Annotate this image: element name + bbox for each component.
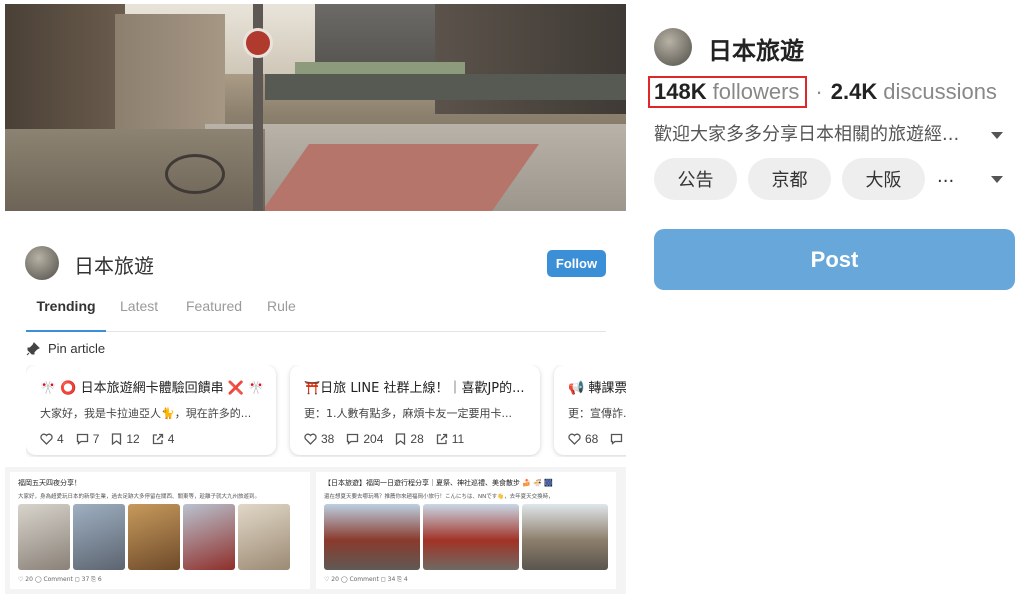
- comment-icon: [76, 433, 88, 445]
- comment-icon: [347, 433, 359, 445]
- comment-count: 204: [363, 432, 384, 446]
- expand-description-chevron-down-icon[interactable]: [991, 132, 1003, 139]
- pin-icon: [26, 341, 40, 356]
- tag-chip[interactable]: 京都: [748, 158, 831, 200]
- share-icon: [436, 433, 447, 445]
- pinned-excerpt: 大家好，我是卡拉迪亞人🐈，現在許多的...: [40, 407, 252, 420]
- pinned-title: ⛩️日旅 LINE 社群上線！｜喜歡JP的...: [304, 381, 525, 396]
- like-count: 4: [57, 432, 64, 446]
- tab-latest[interactable]: Latest: [120, 296, 158, 332]
- feed-post-title: 【日本旅遊】福岡一日遊行程分享｜夏祭、神社巡禮、美食散步 🍰 🍜 🎆: [324, 479, 553, 487]
- like-count: 68: [585, 432, 599, 446]
- followers-count: 148K: [654, 79, 707, 104]
- more-tags[interactable]: ...: [937, 166, 954, 187]
- heart-icon: [40, 433, 53, 445]
- comment-count: 7: [92, 432, 100, 446]
- forum-preview: 日本旅遊 Follow Trending Latest Featured Rul…: [0, 0, 630, 594]
- forum-banner-image: [5, 4, 626, 211]
- heart-icon: [304, 433, 317, 445]
- follow-button[interactable]: Follow: [547, 250, 606, 277]
- pinned-excerpt: 更：宣傳詐...: [568, 407, 626, 420]
- share-count: 11: [451, 432, 465, 446]
- bookmark-icon: [396, 433, 406, 445]
- pin-label: Pin article: [48, 341, 106, 356]
- pinned-title: 🎌 ⭕ 日本旅遊網卡體驗回饋串 ❌ 🎌: [40, 381, 264, 396]
- forum-avatar[interactable]: [25, 246, 59, 280]
- forum-description: 歡迎大家多多分享日本相關的旅遊經...: [654, 124, 960, 145]
- forum-name-large: 日本旅遊: [708, 37, 804, 65]
- pinned-card[interactable]: 📢 轉課票... 更：宣傳詐... 68: [554, 365, 626, 455]
- post-button[interactable]: Post: [654, 229, 1015, 290]
- forum-avatar-large[interactable]: [654, 28, 692, 66]
- post-photo: [521, 504, 608, 570]
- forum-stats: 148K followers · 2.4K discussions: [648, 76, 997, 108]
- pinned-title: 📢 轉課票...: [568, 381, 626, 396]
- feed-post-excerpt: 大家好，身為超愛玩日本的新學生業，過去足跡大多停留在關西、關東等，趁離子就大九州…: [18, 494, 261, 500]
- forum-title: 日本旅遊: [74, 254, 154, 278]
- tag-chip[interactable]: 公告: [654, 158, 737, 200]
- share-icon: [152, 433, 163, 445]
- followers-label: followers: [712, 79, 800, 104]
- tab-trending[interactable]: Trending: [26, 296, 106, 332]
- tab-featured[interactable]: Featured: [186, 296, 242, 332]
- tag-chip[interactable]: 大阪: [842, 158, 925, 200]
- tab-rule[interactable]: Rule: [267, 296, 296, 332]
- like-count: 38: [321, 432, 335, 446]
- feed-post[interactable]: 福岡五天四夜分享！ 大家好，身為超愛玩日本的新學生業，過去足跡大多停留在關西、關…: [10, 472, 310, 589]
- heart-icon: [568, 433, 581, 445]
- feed-post-title: 福岡五天四夜分享！: [18, 479, 81, 487]
- feed-preview: 福岡五天四夜分享！ 大家好，身為超愛玩日本的新學生業，過去足跡大多停留在關西、關…: [5, 467, 626, 594]
- pinned-excerpt: 更：1.人數有點多，麻煩卡友一定要用卡...: [304, 407, 512, 420]
- feed-post-images: [324, 504, 608, 570]
- post-photo: [18, 504, 70, 570]
- feed-post-excerpt: 還在想夏天要去哪玩嗎？推薦你來趟福岡小旅行！こんにちは、NNです👋，去年夏天交換…: [324, 494, 554, 500]
- feed-post[interactable]: 【日本旅遊】福岡一日遊行程分享｜夏祭、神社巡禮、美食散步 🍰 🍜 🎆 還在想夏天…: [316, 472, 616, 589]
- discussions-count: 2.4K: [830, 79, 878, 104]
- save-count: 12: [126, 432, 140, 446]
- feed-post-stats: ♡ 20 ◯ Comment ◻ 37 ⎘ 6: [18, 576, 102, 583]
- post-photo: [422, 504, 519, 570]
- feed-post-images: [18, 504, 302, 570]
- share-count: 4: [167, 432, 175, 446]
- feed-post-stats: ♡ 20 ◯ Comment ◻ 34 ⎘ 4: [324, 576, 408, 583]
- post-photo: [238, 504, 290, 570]
- pinned-card[interactable]: ⛩️日旅 LINE 社群上線！｜喜歡JP的... 更：1.人數有點多，麻煩卡友一…: [290, 365, 540, 455]
- post-photo: [183, 504, 235, 570]
- stats-separator: ·: [815, 79, 823, 104]
- bookmark-icon: [112, 433, 122, 445]
- pinned-card[interactable]: 🎌 ⭕ 日本旅遊網卡體驗回饋串 ❌ 🎌 大家好，我是卡拉迪亞人🐈，現在許多的..…: [26, 365, 276, 455]
- post-photo: [128, 504, 180, 570]
- followers-highlight[interactable]: 148K followers: [648, 76, 808, 108]
- forum-tabs: Trending Latest Featured Rule: [26, 296, 606, 332]
- post-photo: [73, 504, 125, 570]
- pinned-cards: 🎌 ⭕ 日本旅遊網卡體驗回饋串 ❌ 🎌 大家好，我是卡拉迪亞人🐈，現在許多的..…: [26, 365, 626, 457]
- save-count: 28: [410, 432, 424, 446]
- comment-icon: [611, 433, 623, 445]
- post-photo: [324, 504, 420, 570]
- discussions-label: discussions: [883, 79, 997, 104]
- expand-tags-chevron-down-icon[interactable]: [991, 176, 1003, 183]
- pin-header: Pin article: [26, 341, 105, 356]
